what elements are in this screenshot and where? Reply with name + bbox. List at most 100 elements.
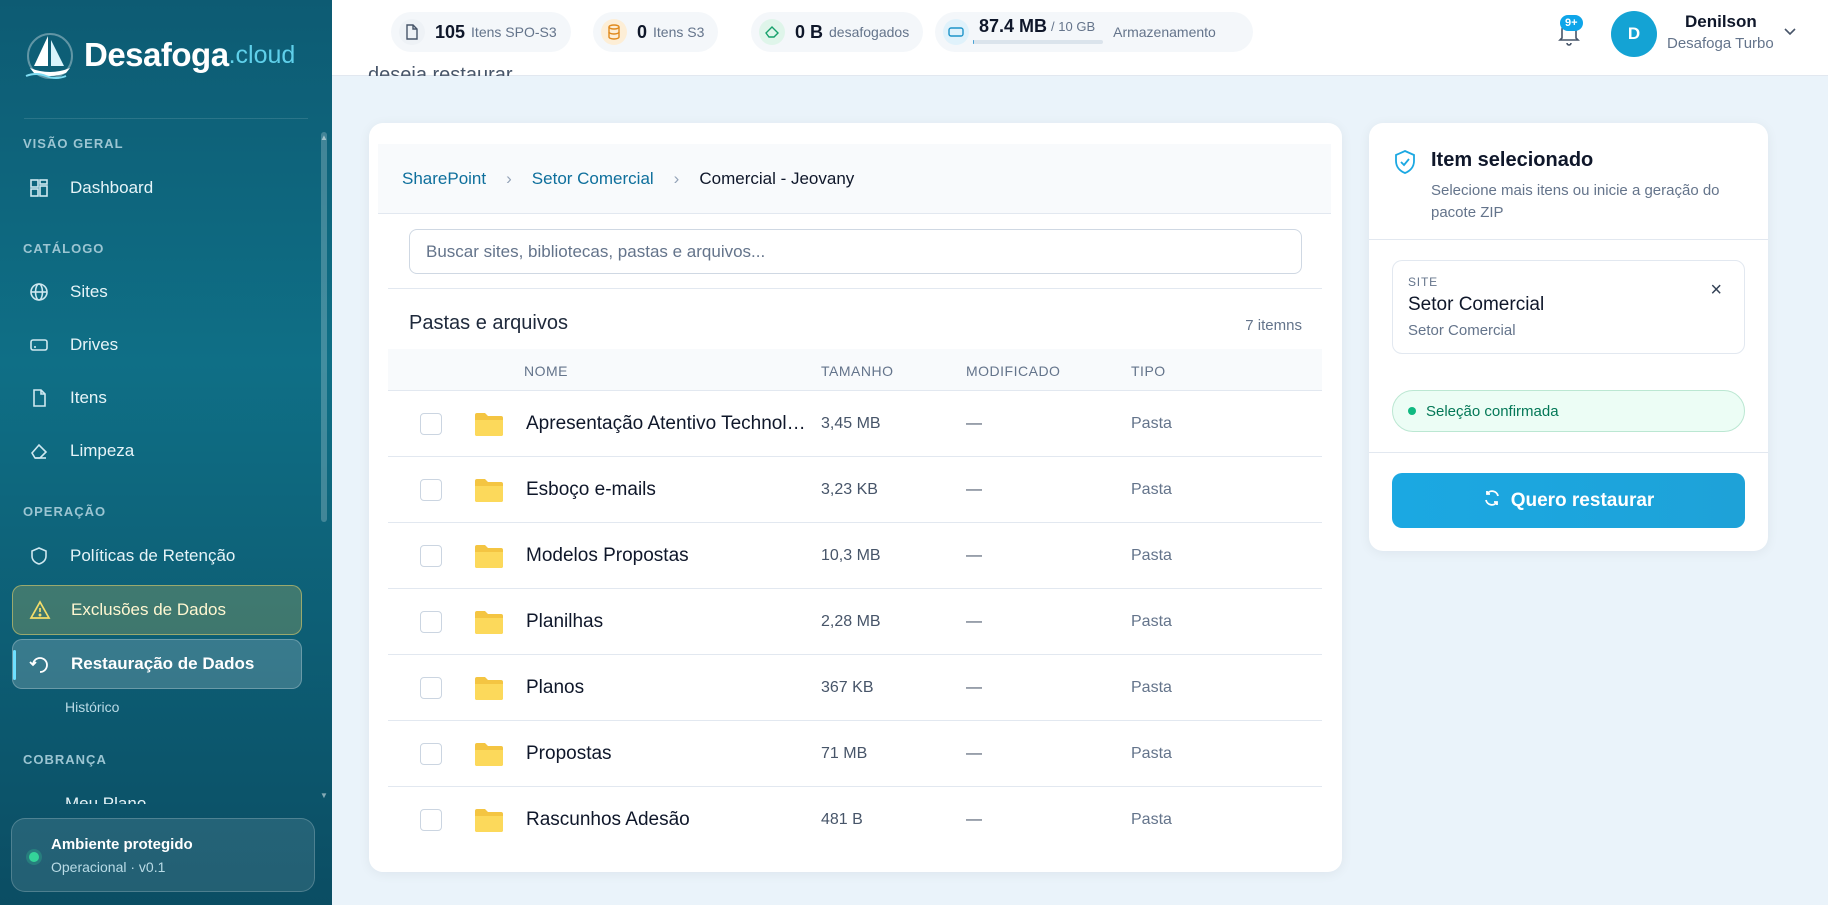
cell-name[interactable]: Propostas [526,743,811,765]
cell-type: Pasta [1131,613,1172,630]
sidebar-item-politicas[interactable]: Políticas de Retenção [12,531,302,581]
warning-icon [29,599,51,621]
shield-icon [28,545,50,567]
chevron-down-icon[interactable] [1783,24,1797,42]
column-size[interactable]: TAMANHO [821,363,893,379]
cell-size: 2,28 MB [821,613,881,630]
section-overview: VISÃO GERAL [23,136,124,151]
cell-modified: — [966,415,982,432]
cell-name[interactable]: Modelos Propostas [526,545,811,567]
stat-value: 0 [637,21,648,42]
brand-name: Desafoga [84,36,229,73]
refresh-icon [1483,489,1501,513]
status-dot-icon [29,852,39,862]
avatar[interactable]: D [1611,11,1657,57]
stat-label: desafogados [829,24,910,40]
row-checkbox[interactable] [420,677,442,699]
sidebar-item-label: Dashboard [70,178,154,197]
storage-used: 87.4 MB [979,15,1048,36]
cell-type: Pasta [1131,679,1172,696]
status-text: Seleção confirmada [1426,402,1559,420]
sidebar-item-label: Restauração de Dados [71,654,255,673]
cell-name[interactable]: Planilhas [526,611,811,633]
site-label: SITE [1408,275,1438,289]
sidebar-item-drives[interactable]: Drives [12,320,302,370]
storage-label: Armazenamento [1113,24,1216,40]
folder-icon [474,477,504,503]
sidebar-item-itens[interactable]: Itens [12,373,302,423]
page-description: deseja restaurar. [368,64,517,76]
cell-size: 3,45 MB [821,415,881,432]
divider [1369,452,1768,453]
scroll-down-icon[interactable]: ▼ [320,791,328,800]
table-row[interactable]: Propostas 71 MB — Pasta [388,721,1322,787]
cell-size: 71 MB [821,745,868,762]
cell-modified: — [966,745,982,762]
row-checkbox[interactable] [420,413,442,435]
breadcrumb-sharepoint[interactable]: SharePoint [402,169,486,189]
sidebar-item-label: Limpeza [70,441,135,460]
breadcrumb-site[interactable]: Setor Comercial [532,169,654,189]
column-type[interactable]: TIPO [1131,363,1166,379]
environment-status: Operacional · v0.1 [51,859,166,875]
table-row[interactable]: Esboço e-mails 3,23 KB — Pasta [388,457,1322,523]
sidebar-item-limpeza[interactable]: Limpeza [12,426,302,476]
sidebar-item-exclusoes[interactable]: Exclusões de Dados [12,585,302,635]
folder-icon [474,675,504,701]
eraser-icon [28,440,50,462]
column-name[interactable]: NOME [524,363,568,379]
sailboat-logo-icon [24,30,82,80]
stat-label: Itens SPO-S3 [471,24,557,40]
site-name: Setor Comercial [1408,294,1545,315]
table-row[interactable]: Planilhas 2,28 MB — Pasta [388,589,1322,655]
stat-s3-items: 0 Itens S3 [593,12,719,52]
column-modified[interactable]: MODIFICADO [966,363,1060,379]
cell-name[interactable]: Rascunhos Adesão [526,809,811,831]
sidebar-item-historico[interactable]: Histórico [65,699,119,715]
brand-logo[interactable]: Desafoga .cloud [24,30,295,80]
user-plan: Desafoga Turbo [1667,35,1774,52]
sidebar-item-dashboard[interactable]: Dashboard [12,163,302,213]
row-checkbox[interactable] [420,545,442,567]
table-row[interactable]: Rascunhos Adesão 481 B — Pasta [388,787,1322,853]
restore-button[interactable]: Quero restaurar [1392,473,1745,528]
row-checkbox[interactable] [420,743,442,765]
row-checkbox[interactable] [420,611,442,633]
section-operation: OPERAÇÃO [23,504,107,519]
cell-size: 10,3 MB [821,547,881,564]
drive-icon [28,334,50,356]
row-checkbox[interactable] [420,809,442,831]
table-row[interactable]: Modelos Propostas 10,3 MB — Pasta [388,523,1322,589]
shield-check-icon [1393,149,1417,180]
database-icon [601,19,627,45]
cell-name[interactable]: Planos [526,677,811,699]
cell-size: 367 KB [821,679,874,696]
close-icon[interactable]: × [1710,279,1722,302]
cell-name[interactable]: Esboço e-mails [526,479,811,501]
row-checkbox[interactable] [420,479,442,501]
sidebar-item-label: Itens [70,388,107,407]
table-row[interactable]: Apresentação Atentivo Technology 3,45 MB —… [388,391,1322,457]
stat-label: Itens S3 [653,24,705,40]
sidebar: Desafoga .cloud VISÃO GERAL Dashboard CAT… [0,0,332,905]
sidebar-item-sites[interactable]: Sites [12,267,302,317]
selection-description: Selecione mais itens ou inicie a geração… [1431,182,1720,221]
sidebar-item-restauracao[interactable]: Restauração de Dados [12,639,302,689]
stat-value: 0 B [795,21,824,42]
table-row[interactable]: Planos 367 KB — Pasta [388,655,1322,721]
cell-type: Pasta [1131,745,1172,762]
restore-icon [29,653,51,675]
stat-spo-items: 105 Itens SPO-S3 [391,12,571,52]
sidebar-item-label: Políticas de Retenção [70,546,236,565]
cell-name[interactable]: Apresentação Atentivo Technology [526,413,811,435]
search-input[interactable] [409,229,1302,274]
cell-size: 3,23 KB [821,481,878,498]
cell-modified: — [966,547,982,564]
sidebar-item-partial[interactable]: Meu Plano [65,794,146,804]
top-bar: 105 Itens SPO-S3 0 Itens S3 0 B desafoga… [332,0,1828,76]
selection-header: Item selecionado Selecione mais itens ou… [1369,123,1768,240]
file-icon [399,19,425,45]
divider [24,118,308,119]
user-name[interactable]: Denilson [1685,12,1757,32]
sidebar-scrollbar[interactable] [321,132,327,522]
